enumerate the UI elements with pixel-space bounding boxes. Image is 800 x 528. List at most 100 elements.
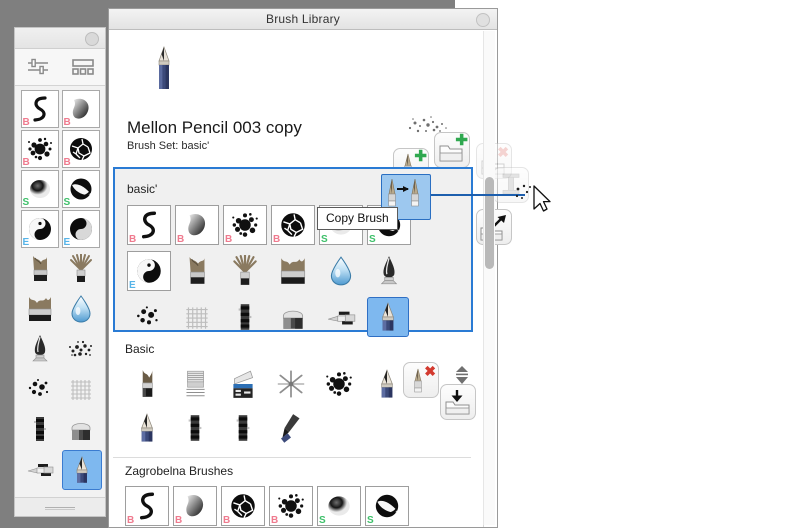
eraser-block-icon [277,301,309,333]
brush-tool-item[interactable] [62,250,100,288]
brush-item[interactable]: B [175,205,219,245]
brush-settings-icon[interactable] [24,56,52,78]
brush-item[interactable] [319,251,363,291]
plus-icon: ✚ [455,133,468,148]
brush-item[interactable] [269,364,313,404]
blue-flat-brush-icon [227,368,259,400]
brush-item[interactable] [175,251,219,291]
brush-item[interactable] [367,297,409,337]
mesh-grid-texture-icon [181,301,213,333]
brush-tool-item[interactable] [21,330,59,368]
brush-item[interactable]: S [365,486,409,526]
brush-item[interactable]: E [127,251,171,291]
brush-item[interactable] [125,408,169,448]
palette-knife-icon [325,301,357,333]
brush-presets-icon[interactable] [69,56,97,78]
brush-item[interactable]: B [269,486,313,526]
panel-circle-button[interactable] [85,32,99,46]
brush-tag-b: B [127,516,134,526]
window-title: Brush Library [266,12,340,26]
brush-set-zagrobelna: Zagrobelna Brushes B B B B SS [113,464,473,526]
flat-chisel-brush-icon [131,368,163,400]
brush-tag-b: B [64,118,71,128]
brush-tool-item[interactable] [62,330,100,368]
brush-item[interactable] [221,408,265,448]
airbrush-nib-icon [373,255,405,287]
brush-tool-item[interactable]: S [21,170,59,208]
brush-item[interactable]: B [221,486,265,526]
water-drop-icon [66,294,96,324]
brush-tool-item[interactable]: E [62,210,100,248]
brush-item[interactable] [221,364,265,404]
brush-item[interactable] [269,408,313,448]
brush-tool-item[interactable] [62,370,100,408]
brush-item[interactable]: B [125,486,169,526]
speckle-spray-icon [66,334,96,364]
brush-tag-b: B [271,516,278,526]
brush-tag-e: E [64,238,71,248]
brush-item[interactable]: B [271,205,315,245]
airbrush-nib-icon [25,334,55,364]
eraser-block-icon [66,414,96,444]
brush-item[interactable] [317,364,361,404]
brush-library-header: Mellon Pencil 003 copy Brush Set: basic' [109,30,497,165]
import-brushes-button[interactable] [440,384,476,420]
brush-tool-item[interactable] [21,250,59,288]
brush-set-title: Zagrobelna Brushes [125,464,473,478]
window-scrollbar[interactable] [483,31,495,525]
brush-item[interactable] [223,251,267,291]
brush-tool-item[interactable] [62,450,102,490]
brush-item[interactable] [367,251,411,291]
scrollbar-thumb[interactable] [485,177,494,269]
brush-set-basic-prime[interactable]: basic' BBBBSSE [113,167,473,332]
brush-item[interactable] [173,364,217,404]
charcoal-bar-icon [227,412,259,444]
up-down-spinner-icon[interactable] [454,365,470,385]
brush-item[interactable] [223,297,267,337]
brush-tool-item[interactable]: B [21,130,59,168]
brush-item[interactable]: B [223,205,267,245]
brush-grid-zagrobelna: B B B B SS [125,486,473,526]
brush-tool-item[interactable]: S [62,170,100,208]
brush-item[interactable] [319,297,363,337]
flat-bristle-brush-icon [25,254,55,284]
brush-tool-item[interactable] [21,290,59,328]
brush-tool-item[interactable]: B [21,90,59,128]
brush-item[interactable] [125,364,169,404]
brush-tag-b: B [129,235,136,245]
brush-tool-item[interactable]: B [62,130,100,168]
brush-tool-item[interactable] [21,450,59,488]
current-brush-name: Mellon Pencil 003 copy [127,118,302,138]
brush-item[interactable] [175,297,219,337]
delete-brush-button[interactable]: ✖ [403,362,439,398]
brush-tag-b: B [175,516,182,526]
brush-item[interactable]: S [317,486,361,526]
brush-tool-panel-footer[interactable] [15,497,105,516]
brush-tool-item[interactable] [62,290,100,328]
brush-tool-item[interactable] [21,370,59,408]
brush-tool-item[interactable] [62,410,100,448]
brush-tool-item[interactable]: E [21,210,59,248]
brush-item[interactable] [127,297,171,337]
brush-tag-b: B [177,235,184,245]
crackle-ball-icon [277,209,309,241]
close-icon[interactable] [476,13,490,27]
brush-item[interactable]: B [127,205,171,245]
brush-tool-item[interactable]: B [62,90,100,128]
brush-tool-item[interactable] [21,410,59,448]
pencil-icon [371,368,403,400]
new-brush-set-button[interactable]: ✚ [434,132,470,168]
current-brush-set: Brush Set: basic' [127,140,209,152]
panel-resize-grip[interactable] [45,507,75,508]
squiggle-stroke-icon [131,490,163,522]
brush-item[interactable]: B [173,486,217,526]
brush-item[interactable] [173,408,217,448]
arrow-cursor-with-sparkle [513,183,555,217]
brush-tag-b: B [64,158,71,168]
brush-tag-b: B [223,516,230,526]
brush-item[interactable] [271,251,315,291]
wide-flat-brush-icon [277,255,309,287]
brush-item[interactable] [271,297,315,337]
brush-library-titlebar[interactable]: Brush Library [109,9,497,30]
charcoal-bar-icon [179,412,211,444]
